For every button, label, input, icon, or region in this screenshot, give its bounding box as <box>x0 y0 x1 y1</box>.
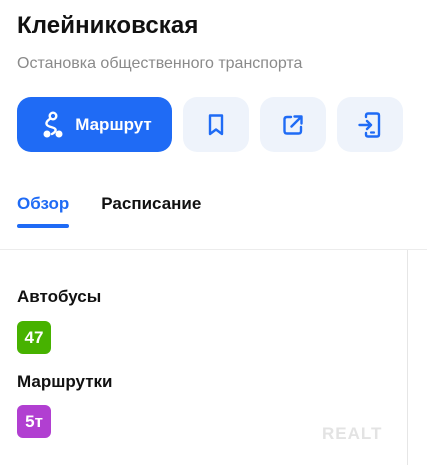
share-icon <box>281 113 305 137</box>
send-to-phone-button[interactable] <box>337 97 403 152</box>
bookmark-icon <box>205 113 227 137</box>
action-bar: Маршрут <box>17 97 403 152</box>
minibuses-section-title: Маршрутки <box>17 372 113 391</box>
panel-edge <box>407 250 408 465</box>
buses-section-title: Автобусы <box>17 287 102 306</box>
send-to-phone-icon <box>357 111 383 139</box>
tabs-divider <box>0 249 427 250</box>
tab-overview[interactable]: Обзор <box>17 194 70 228</box>
route-icon <box>41 111 65 139</box>
stop-title: Клейниковская <box>17 12 199 39</box>
tab-bar: Обзор Расписание <box>17 194 201 228</box>
route-button[interactable]: Маршрут <box>17 97 172 152</box>
stop-subtitle: Остановка общественного транспорта <box>17 55 303 72</box>
route-badge-bus-47[interactable]: 47 <box>17 321 51 354</box>
tab-schedule[interactable]: Расписание <box>101 194 201 228</box>
share-button[interactable] <box>260 97 326 152</box>
route-badge-minibus-5t[interactable]: 5т <box>17 405 51 438</box>
bookmark-button[interactable] <box>183 97 249 152</box>
watermark: REALT <box>322 424 383 443</box>
route-button-label: Маршрут <box>75 114 152 134</box>
